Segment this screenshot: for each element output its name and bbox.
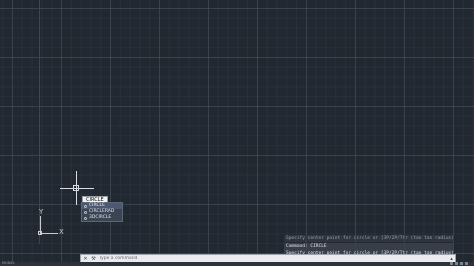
history-line: Specify center point for circle or [3P/2… (284, 235, 454, 242)
circle-icon (84, 216, 87, 220)
wrench-icon[interactable]: ⚒ (90, 255, 97, 262)
circle-icon (84, 204, 87, 208)
settings-icon[interactable] (465, 262, 468, 265)
status-icons (450, 262, 468, 266)
grid-toggle-icon[interactable] (450, 262, 453, 265)
history-line: Command: CIRCLE (284, 242, 454, 250)
ucs-y-label: Y (39, 208, 44, 216)
autocomplete-item-label: 3DCIRCLE (89, 215, 112, 220)
ucs-x-label: X (59, 228, 64, 236)
drawing-canvas[interactable] (0, 0, 474, 266)
ucs-x-axis (40, 233, 58, 234)
close-icon[interactable]: ✕ (82, 255, 89, 262)
command-input[interactable] (97, 255, 448, 262)
status-bar (0, 262, 474, 266)
crosshair-pickbox (73, 185, 79, 191)
status-model-label[interactable]: MODEL (2, 261, 15, 265)
autocomplete-list: CIRCLE CIRCLERAD 3DCIRCLE (81, 202, 123, 222)
circle-icon (84, 210, 87, 214)
ucs-origin-marker (38, 231, 42, 235)
autocomplete-item[interactable]: 3DCIRCLE (82, 215, 122, 221)
ortho-toggle-icon[interactable] (460, 262, 463, 265)
chevron-up-icon[interactable]: ▴ (448, 255, 455, 262)
snap-toggle-icon[interactable] (455, 262, 458, 265)
